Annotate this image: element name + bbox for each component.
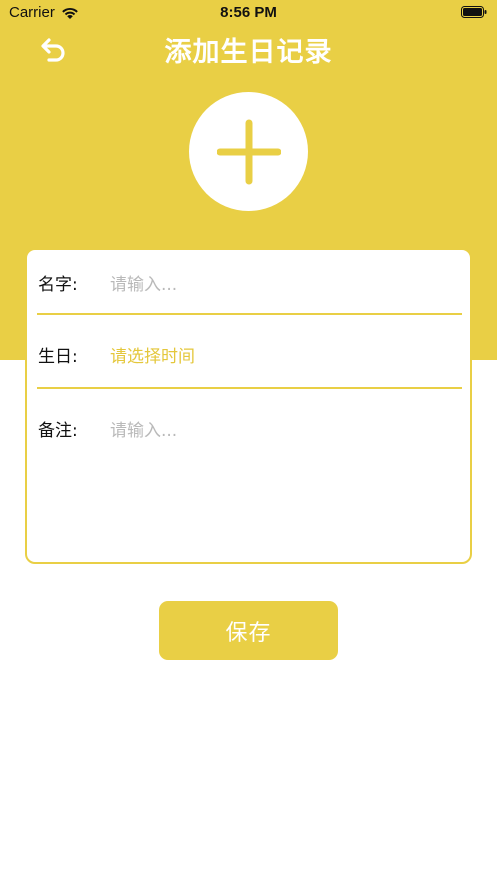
birthday-form-card: 名字: 请输入... 生日: 请选择时间 备注: 请输入... [25,248,472,564]
note-label: 备注: [38,421,78,441]
battery-full-icon [461,6,487,18]
name-label: 名字: [38,275,78,295]
name-input[interactable]: 请输入... [110,270,177,295]
status-bar: Carrier 8:56 PM [0,0,497,26]
name-row: 名字: 请输入... [27,250,470,316]
status-time: 8:56 PM [220,4,277,21]
page-title: 添加生日记录 [164,37,333,68]
divider [37,313,462,315]
birthday-date-picker[interactable]: 请选择时间 [110,342,195,367]
save-button[interactable]: 保存 [159,601,338,660]
plus-icon [216,119,281,184]
add-photo-button[interactable] [189,92,308,211]
divider [37,387,462,389]
birthday-label: 生日: [38,347,78,367]
note-textarea[interactable]: 请输入... [110,416,177,441]
note-row: 备注: 请输入... [27,390,470,560]
birthday-row: 生日: 请选择时间 [27,316,470,390]
